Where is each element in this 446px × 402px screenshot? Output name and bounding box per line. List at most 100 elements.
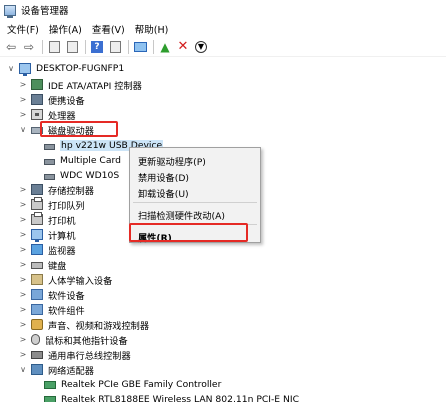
properties-icon[interactable] — [64, 39, 80, 55]
tree-item-label: Realtek PCIe GBE Family Controller — [61, 379, 222, 390]
tree-item-disk-child-3[interactable]: WDC WD10S — [44, 168, 119, 183]
collapse-icon[interactable]: ∨ — [18, 365, 28, 374]
print-queue-icon — [31, 197, 43, 210]
properties-highlight — [129, 223, 248, 242]
tree-item-ide[interactable]: > IDE ATA/ATAPI 控制器 — [18, 77, 142, 92]
expand-icon[interactable]: > — [18, 215, 28, 224]
tree-item-disk-child-2[interactable]: Multiple Card — [44, 153, 121, 168]
network-card-icon — [44, 381, 56, 389]
expand-icon[interactable]: > — [18, 200, 28, 209]
expand-icon[interactable]: > — [18, 80, 28, 89]
expand-icon[interactable]: > — [18, 290, 28, 299]
tree-item-portable[interactable]: > 便携设备 — [18, 92, 85, 107]
tree-item-label: 监视器 — [48, 245, 76, 257]
toolbar: ⇦ ⇨ ? ▲ ✕ ▼ — [0, 37, 446, 57]
action-pane-icon[interactable] — [107, 39, 123, 55]
tree-item-network-child-2[interactable]: Realtek RTL8188EE Wireless LAN 802.11n P… — [44, 392, 299, 402]
sound-icon — [31, 319, 43, 330]
expand-icon[interactable]: > — [18, 320, 28, 329]
collapse-icon[interactable]: ∨ — [6, 64, 16, 73]
tree-item-network-child-1[interactable]: Realtek PCIe GBE Family Controller — [44, 377, 221, 392]
uninstall-icon[interactable]: ✕ — [175, 39, 191, 55]
tree-item-label: 网络适配器 — [48, 365, 94, 377]
tree-item-storage[interactable]: > 存储控制器 — [18, 182, 94, 197]
menu-help[interactable]: 帮助(H) — [130, 22, 174, 36]
tree-item-label: 软件设备 — [48, 290, 85, 302]
menu-disable-device[interactable]: 禁用设备(D) — [138, 170, 189, 184]
expand-icon[interactable]: > — [18, 230, 28, 239]
tree-item-label: 键盘 — [48, 260, 67, 272]
ide-controller-icon — [31, 79, 43, 90]
device-manager-icon — [4, 4, 16, 18]
tree-item-print-queue[interactable]: > 打印队列 — [18, 197, 85, 212]
hid-icon — [31, 274, 43, 285]
window-title: 设备管理器 — [21, 6, 69, 17]
disk-drive-highlight — [40, 121, 118, 137]
tree-root-label: DESKTOP-FUGNFP1 — [36, 63, 125, 74]
computer-icon — [31, 229, 43, 242]
drive-icon — [44, 143, 55, 150]
tree-item-label: 存储控制器 — [48, 185, 94, 197]
tree-item-network[interactable]: ∨ 网络适配器 — [18, 362, 94, 377]
expand-icon[interactable]: > — [18, 275, 28, 284]
keyboard-icon — [31, 262, 43, 269]
menu-action[interactable]: 操作(A) — [44, 22, 87, 36]
menu-file[interactable]: 文件(F) — [2, 22, 44, 36]
tree-item-printer[interactable]: > 打印机 — [18, 212, 76, 227]
tree-item-hid[interactable]: > 人体学输入设备 — [18, 272, 112, 287]
expand-icon[interactable]: > — [18, 95, 28, 104]
menu-bar: 文件(F) 操作(A) 查看(V) 帮助(H) — [0, 21, 446, 37]
back-arrow-icon[interactable]: ⇦ — [3, 39, 19, 55]
menu-scan-changes[interactable]: 扫描检测硬件改动(A) — [138, 208, 225, 222]
tree-item-label: WDC WD10S — [60, 170, 120, 181]
tree-item-software-device[interactable]: > 软件设备 — [18, 287, 85, 302]
tree-root[interactable]: ∨ DESKTOP-FUGNFP1 — [6, 61, 124, 76]
tree-item-label: 人体学输入设备 — [48, 275, 113, 287]
tree-item-monitor[interactable]: > 监视器 — [18, 242, 76, 257]
scan-hardware-icon[interactable] — [132, 39, 148, 55]
expand-icon[interactable]: > — [18, 335, 28, 344]
update-driver-icon[interactable]: ▲ — [157, 39, 173, 55]
tree-item-label: 计算机 — [48, 230, 76, 242]
toolbar-divider — [42, 39, 43, 54]
menu-uninstall-device[interactable]: 卸载设备(U) — [138, 186, 189, 200]
expand-icon[interactable]: > — [18, 305, 28, 314]
tree-item-label: 软件组件 — [48, 305, 85, 317]
mouse-icon — [31, 334, 40, 345]
tree-item-label: IDE ATA/ATAPI 控制器 — [48, 80, 142, 92]
menu-update-driver[interactable]: 更新驱动程序(P) — [138, 154, 206, 168]
toolbar-divider — [85, 39, 86, 54]
tree-item-computer[interactable]: > 计算机 — [18, 227, 76, 242]
expand-icon[interactable]: > — [18, 350, 28, 359]
expand-icon[interactable]: > — [18, 260, 28, 269]
tree-item-software-component[interactable]: > 软件组件 — [18, 302, 85, 317]
tree-item-mouse[interactable]: > 鼠标和其他指针设备 — [18, 332, 128, 347]
tree-item-label: 通用串行总线控制器 — [48, 350, 131, 362]
tree-item-label: 鼠标和其他指针设备 — [45, 335, 128, 347]
portable-device-icon — [31, 94, 43, 105]
tree-item-usb[interactable]: > 通用串行总线控制器 — [18, 347, 131, 362]
usb-controller-icon — [31, 351, 43, 359]
tree-item-sound[interactable]: > 声音、视频和游戏控制器 — [18, 317, 149, 332]
expand-icon[interactable]: > — [18, 185, 28, 194]
show-hide-console-tree-icon[interactable] — [46, 39, 62, 55]
expand-icon[interactable]: > — [18, 110, 28, 119]
computer-icon — [19, 63, 31, 76]
tree-item-label: 便携设备 — [48, 95, 85, 107]
expand-icon[interactable]: > — [18, 245, 28, 254]
tree-item-keyboard[interactable]: > 键盘 — [18, 257, 67, 272]
collapse-icon[interactable]: ∨ — [18, 125, 28, 134]
toolbar-divider — [128, 39, 129, 54]
download-icon[interactable]: ▼ — [193, 39, 209, 55]
storage-controller-icon — [31, 184, 43, 195]
forward-arrow-icon[interactable]: ⇨ — [21, 39, 37, 55]
drive-icon — [44, 173, 55, 180]
help-icon[interactable]: ? — [89, 39, 105, 55]
title-bar: 设备管理器 — [0, 0, 446, 20]
monitor-icon — [31, 244, 43, 255]
toolbar-divider — [153, 39, 154, 54]
tree-item-label: 打印队列 — [48, 200, 85, 212]
tree-item-label: 处理器 — [48, 110, 76, 122]
menu-view[interactable]: 查看(V) — [87, 22, 130, 36]
tree-item-cpu[interactable]: > 处理器 — [18, 107, 76, 122]
